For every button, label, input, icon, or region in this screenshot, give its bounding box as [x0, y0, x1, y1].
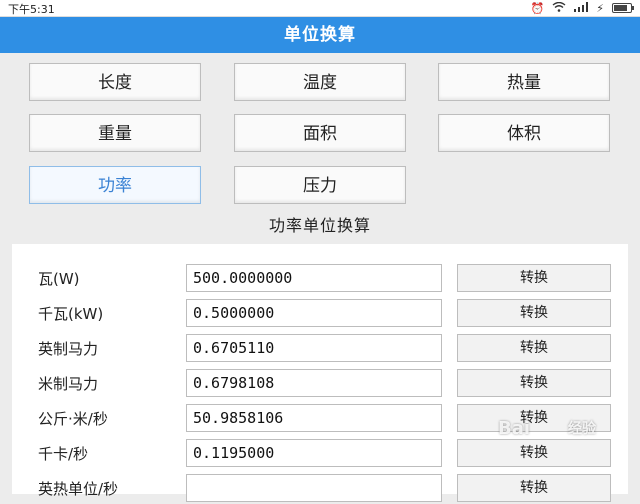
unit-value-input[interactable]: 500.0000000 [186, 264, 442, 292]
watermark-text: Bai [498, 418, 531, 439]
category-weight-button[interactable]: 重量 [29, 114, 201, 152]
unit-label: 瓦(W) [38, 270, 80, 288]
unit-row: 英热单位/秒 转换 [12, 474, 628, 504]
unit-label: 千瓦(kW) [38, 305, 104, 323]
unit-value-input[interactable]: 50.9858106 [186, 404, 442, 432]
status-icons: ⏰ ⚡ [530, 0, 634, 16]
category-heat-button[interactable]: 热量 [438, 63, 610, 101]
unit-label: 英制马力 [38, 340, 99, 358]
watermark-suffix: 经验 [568, 421, 596, 437]
unit-row: 米制马力 0.6798108 转换 [12, 369, 628, 399]
wifi-icon [552, 1, 566, 15]
section-title: 功率单位换算 [268, 216, 371, 235]
unit-row: 瓦(W) 500.0000000 转换 [12, 264, 628, 294]
category-temperature-button[interactable]: 温度 [234, 63, 406, 101]
category-area-button[interactable]: 面积 [234, 114, 406, 152]
battery-icon [612, 3, 634, 13]
unit-row: 千瓦(kW) 0.5000000 转换 [12, 299, 628, 329]
convert-button[interactable]: 转换 [457, 474, 611, 502]
category-pressure-button[interactable]: 压力 [234, 166, 406, 204]
unit-row: 英制马力 0.6705110 转换 [12, 334, 628, 364]
signal-icon [574, 1, 589, 15]
unit-value-input[interactable]: 0.6705110 [186, 334, 442, 362]
convert-button[interactable]: 转换 [457, 369, 611, 397]
unit-value-input[interactable]: 0.1195000 [186, 439, 442, 467]
status-bar: 下午5:31 ⏰ ⚡ [0, 0, 640, 17]
convert-button[interactable]: 转换 [457, 299, 611, 327]
convert-button[interactable]: 转换 [457, 264, 611, 292]
convert-button[interactable]: 转换 [457, 334, 611, 362]
unit-label: 千卡/秒 [38, 445, 89, 463]
category-length-button[interactable]: 长度 [29, 63, 201, 101]
alarm-icon: ⏰ [530, 1, 545, 15]
page-title: 单位换算 [0, 17, 640, 53]
unit-label: 公斤·米/秒 [38, 410, 108, 428]
baidu-watermark: Bai 经验 [498, 418, 608, 458]
unit-value-input[interactable] [186, 474, 442, 502]
status-time: 下午5:31 [8, 3, 55, 16]
unit-value-input[interactable]: 0.6798108 [186, 369, 442, 397]
unit-value-input[interactable]: 0.5000000 [186, 299, 442, 327]
charging-icon: ⚡ [596, 1, 604, 15]
unit-label: 米制马力 [38, 375, 99, 393]
category-power-button[interactable]: 功率 [29, 166, 201, 204]
unit-label: 英热单位/秒 [38, 480, 119, 498]
category-volume-button[interactable]: 体积 [438, 114, 610, 152]
